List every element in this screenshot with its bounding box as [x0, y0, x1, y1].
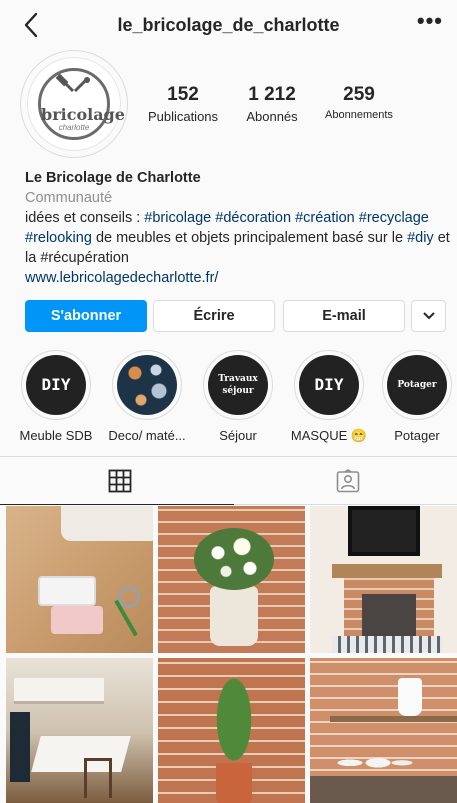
table-shape: [31, 736, 131, 772]
highlight-deco[interactable]: Deco/ maté...: [107, 350, 187, 443]
mirror-shape: [348, 506, 420, 556]
tab-tagged[interactable]: [234, 457, 457, 505]
highlight-ring: DIY: [21, 350, 91, 420]
stat-value: 152: [167, 84, 199, 105]
profile-username: le_bricolage_de_charlotte: [117, 15, 340, 35]
stat-label: Abonnés: [246, 109, 298, 124]
fireplace-mantel-shape: [332, 564, 442, 578]
hammer-icon: [55, 73, 90, 93]
post-thumbnail[interactable]: [6, 506, 153, 653]
stat-following[interactable]: 259 Abonnements: [318, 84, 400, 121]
scissors-shape: [118, 586, 140, 608]
stat-label: Publications: [147, 109, 219, 124]
mask-shape: [38, 576, 96, 606]
profile-bio: Le Bricolage de Charlotte Communauté idé…: [25, 168, 450, 288]
highlight-label: Séjour: [219, 428, 257, 443]
avatar-image: bricolage charlotte: [27, 57, 125, 151]
top-bar: le_bricolage_de_charlotte •••: [0, 0, 457, 50]
stat-value: 259: [343, 84, 375, 105]
bio-text-segment: idées et conseils :: [25, 210, 145, 226]
stat-label: Abonnements: [325, 109, 393, 121]
bowls-shape: [334, 746, 414, 774]
kitchen-cabinets-shape: [14, 678, 104, 704]
highlight-label: MASQUE 😁: [290, 428, 368, 443]
bio-text: idées et conseils : #bricolage #décorati…: [25, 208, 450, 268]
message-button[interactable]: Écrire: [153, 300, 275, 332]
hashtag-link[interactable]: #décoration: [215, 210, 291, 226]
highlight-cover-floral: [117, 355, 177, 415]
highlight-cover: DIY: [299, 355, 359, 415]
logo-circle: bricolage charlotte: [38, 68, 125, 140]
highlight-ring: [112, 350, 182, 420]
highlight-potager[interactable]: Potager Potager: [377, 350, 457, 443]
mask-shape: [51, 606, 103, 634]
highlight-ring: Travaux séjour: [203, 350, 273, 420]
highlight-sejour[interactable]: Travaux séjour Séjour: [198, 350, 278, 443]
post-thumbnail[interactable]: [6, 658, 153, 803]
highlight-meuble-sdb[interactable]: DIY Meuble SDB: [16, 350, 96, 443]
profile-name: Le Bricolage de Charlotte: [25, 170, 201, 186]
post-thumbnail[interactable]: [310, 658, 457, 803]
highlight-ring: Potager: [382, 350, 452, 420]
fridge-shape: [10, 712, 30, 782]
highlight-cover-line: séjour: [222, 386, 254, 396]
post-thumbnail[interactable]: [310, 506, 457, 653]
vase-shape: [210, 586, 258, 646]
logo-text: bricolage: [41, 105, 125, 124]
rug-shape: [332, 636, 442, 653]
highlight-cover: DIY: [26, 355, 86, 415]
highlight-ring: DIY: [294, 350, 364, 420]
counter-shape: [310, 776, 457, 803]
shelf-shape: [330, 716, 457, 722]
email-button[interactable]: E-mail: [283, 300, 405, 332]
highlight-masque[interactable]: DIY MASQUE 😁: [289, 350, 369, 444]
stat-publications[interactable]: 152 Publications: [142, 84, 224, 124]
highlight-cover: Travaux séjour: [208, 355, 268, 415]
more-options-icon[interactable]: •••: [417, 8, 443, 34]
hashtag-link[interactable]: #relooking: [25, 230, 92, 246]
post-thumbnail[interactable]: [158, 658, 305, 803]
highlight-label: Deco/ maté...: [108, 428, 186, 443]
hashtag-link[interactable]: #recyclage: [359, 210, 429, 226]
stat-followers[interactable]: 1 212 Abonnés: [238, 84, 306, 124]
highlight-label: Potager: [394, 428, 440, 443]
pitcher-shape: [398, 678, 422, 716]
grid-icon: [108, 469, 132, 493]
website-link[interactable]: www.lebricolagedecharlotte.fr/: [25, 268, 450, 288]
hashtag-link[interactable]: #bricolage: [144, 210, 211, 226]
sewing-machine-shape: [61, 506, 153, 541]
chair-shape: [84, 758, 112, 798]
plant-pot-shape: [216, 763, 252, 803]
suggested-dropdown-button[interactable]: [411, 300, 446, 332]
hashtag-link[interactable]: #création: [295, 210, 355, 226]
fireplace-insert-shape: [362, 594, 416, 638]
plant-leaves-shape: [214, 672, 254, 767]
profile-category: Communauté: [25, 190, 113, 206]
highlight-cover: Potager: [387, 355, 447, 415]
flower-bouquet-shape: [194, 528, 274, 590]
bio-text-segment: de meubles et objets principalement basé…: [91, 230, 408, 246]
tagged-person-icon: [336, 469, 360, 493]
follow-button[interactable]: S'abonner: [25, 300, 147, 332]
highlight-cover-line: Travaux: [218, 374, 258, 384]
posts-grid: [6, 506, 457, 803]
hashtag-link[interactable]: #diy: [407, 230, 434, 246]
tab-posts-grid[interactable]: [0, 457, 234, 505]
post-thumbnail[interactable]: [158, 506, 305, 653]
profile-tabs: [0, 456, 457, 505]
chevron-down-icon: [422, 312, 435, 320]
stat-value: 1 212: [248, 84, 296, 105]
logo-subtext: charlotte: [58, 123, 90, 132]
highlight-label: Meuble SDB: [19, 428, 93, 443]
avatar[interactable]: bricolage charlotte: [20, 50, 128, 158]
